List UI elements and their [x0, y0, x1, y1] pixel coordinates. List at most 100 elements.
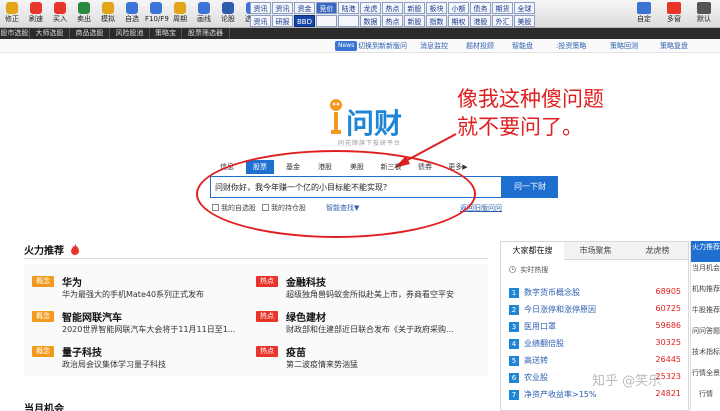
hot-search-name[interactable]: 农业股 — [524, 372, 548, 383]
sidebar-item-0[interactable]: 火力推荐 — [691, 241, 720, 262]
hot-search-row[interactable]: 2 今日涨停和涨停原因 60725 — [509, 304, 681, 316]
toolbar-tool-icon — [126, 2, 138, 14]
toolbar-tool-icon — [102, 2, 114, 14]
hot-search-row[interactable]: 5 高送转 26445 — [509, 355, 681, 367]
hot-item-title[interactable]: 疫苗 — [286, 344, 306, 359]
hot-search-rank: 3 — [509, 322, 519, 332]
grid-button-top-10[interactable]: 期货 — [492, 2, 513, 14]
hot-search-tab-0[interactable]: 大家都在搜 — [501, 242, 564, 260]
toolbar-button-label: F10/F9 — [145, 15, 169, 23]
grid-button-bottom-5[interactable]: 热点 — [382, 15, 403, 27]
grid-button-bottom-0[interactable]: 研报 — [272, 15, 293, 27]
hot-item-title[interactable]: 金融科技 — [286, 274, 326, 289]
sidebar-item-2[interactable]: 机构推荐 — [691, 283, 720, 304]
toolbar-button-9[interactable]: 论股 — [217, 1, 239, 27]
hot-search-count: 26445 — [655, 355, 681, 364]
grid-button-top-11[interactable]: 全球 — [514, 2, 535, 14]
grid-button-top-7[interactable]: 板块 — [426, 2, 447, 14]
grid-button-bottom-9[interactable]: 港股 — [470, 15, 491, 27]
clock-icon — [509, 266, 516, 273]
hot-search-row[interactable]: 3 医用口罩 59686 — [509, 321, 681, 333]
grid-button-news-1[interactable]: 资讯 — [250, 15, 271, 27]
toolbar-right-label: 默认 — [697, 15, 711, 23]
link-strategy[interactable]: :投资策略 — [556, 41, 586, 51]
sidebar-item-4[interactable]: 问问答题 — [691, 325, 720, 346]
hot-search-name[interactable]: 净资产收益率>15% — [524, 389, 596, 400]
hot-search-name[interactable]: 高送转 — [524, 355, 548, 366]
module-tab-0[interactable]: 股市选股 — [0, 28, 30, 39]
module-tab-5[interactable]: 股票筛选器 — [182, 28, 230, 39]
toolbar-tool-icon — [150, 2, 162, 14]
toolbar-button-3[interactable]: 卖出 — [73, 1, 95, 27]
toolbar-right-button-1[interactable]: 多窗 — [660, 1, 688, 27]
module-tab-2[interactable]: 商品选股 — [70, 28, 110, 39]
link-backtest[interactable]: 策略回测 — [610, 41, 638, 51]
grid-button-top-4[interactable]: 龙虎 — [360, 2, 381, 14]
hot-search-name[interactable]: 医用口罩 — [524, 321, 556, 332]
link-theme[interactable]: 题材投顾 — [466, 41, 494, 51]
hot-item-desc[interactable]: 政治局会议集体学习量子科技 — [62, 359, 252, 370]
grid-button-bottom-8[interactable]: 期权 — [448, 15, 469, 27]
sidebar-item-3[interactable]: 牛股推荐 — [691, 304, 720, 325]
toolbar-button-2[interactable]: 买入 — [49, 1, 71, 27]
sidebar-item-1[interactable]: 当月机会 — [691, 262, 720, 283]
link-review[interactable]: 策略复盘 — [660, 41, 688, 51]
hot-item-title[interactable]: 量子科技 — [62, 344, 102, 359]
grid-button-bottom-7[interactable]: 指数 — [426, 15, 447, 27]
module-tab-1[interactable]: 大师选股 — [30, 28, 70, 39]
link-smart[interactable]: 智能盘 — [512, 41, 533, 51]
grid-button-bottom-1[interactable]: BBD — [294, 15, 315, 27]
link-monitor[interactable]: 消息监控 — [420, 41, 448, 51]
toolbar-button-6[interactable]: F10/F9 — [145, 1, 169, 27]
sidebar-item-5[interactable]: 技术指标 — [691, 346, 720, 367]
hot-search-name[interactable]: 业绩翻倍股 — [524, 338, 564, 349]
toolbar-button-4[interactable]: 模拟 — [97, 1, 119, 27]
hot-search-tab-2[interactable]: 龙虎榜 — [627, 242, 688, 260]
toolbar-right-button-2[interactable]: 默认 — [690, 1, 718, 27]
grid-button-top-0[interactable]: 资讯 — [272, 2, 293, 14]
hot-search-rank: 2 — [509, 305, 519, 315]
grid-button-bottom-6[interactable]: 新股 — [404, 15, 425, 27]
grid-button-news-0[interactable]: 资讯 — [250, 2, 271, 14]
ask-button[interactable]: 问一下财 — [502, 176, 558, 198]
hot-search-row[interactable]: 1 数字货币概念股 68905 — [509, 287, 681, 299]
hot-item-desc[interactable]: 华为最强大的手机Mate40系列正式发布 — [62, 289, 252, 300]
toolbar-button-7[interactable]: 周期 — [169, 1, 191, 27]
hot-search-tab-1[interactable]: 市场聚焦 — [564, 242, 627, 260]
module-tab-4[interactable]: 策略宝 — [150, 28, 182, 39]
hot-search-name[interactable]: 今日涨停和涨停原因 — [524, 304, 596, 315]
hot-item-title[interactable]: 华为 — [62, 274, 82, 289]
sidebar-item-7[interactable]: 行情 — [691, 388, 720, 409]
hot-item-title[interactable]: 智能网联汽车 — [62, 309, 122, 324]
grid-button-top-6[interactable]: 新股 — [404, 2, 425, 14]
hot-search-row[interactable]: 7 净资产收益率>15% 24821 — [509, 389, 681, 401]
hot-item-title[interactable]: 绿色建材 — [286, 309, 326, 324]
hot-item-desc[interactable]: 财政部和住建部近日联合发布《关于政府采购... — [286, 324, 476, 335]
grid-button-bottom-2[interactable] — [316, 15, 337, 27]
grid-button-top-5[interactable]: 热点 — [382, 2, 403, 14]
sidebar-item-6[interactable]: 行情全景 — [691, 367, 720, 388]
module-tab-3[interactable]: 风险股池 — [110, 28, 150, 39]
toolbar-button-1[interactable]: 刷速 — [25, 1, 47, 27]
grid-button-top-8[interactable]: 小额 — [448, 2, 469, 14]
hot-item-desc[interactable]: 超级独角兽蚂蚁金所拟赴美上市，券商看空平安 — [286, 289, 476, 300]
toolbar-button-5[interactable]: 自选 — [121, 1, 143, 27]
toolbar-tool-icon — [667, 2, 681, 14]
grid-button-top-9[interactable]: 债务 — [470, 2, 491, 14]
toolbar-button-8[interactable]: 画线 — [193, 1, 215, 27]
grid-button-bottom-11[interactable]: 美股 — [514, 15, 535, 27]
hot-tag: 热点 — [256, 311, 278, 322]
hot-item-desc[interactable]: 第二波疫情来势汹猛 — [286, 359, 476, 370]
grid-button-bottom-10[interactable]: 外汇 — [492, 15, 513, 27]
grid-button-top-2[interactable]: 竞价 — [316, 2, 337, 14]
grid-button-top-1[interactable]: 资金 — [294, 2, 315, 14]
grid-button-top-3[interactable]: 陆港 — [338, 2, 359, 14]
toolbar-button-0[interactable]: 修正 — [1, 1, 23, 27]
grid-button-bottom-3[interactable] — [338, 15, 359, 27]
toolbar-right-button-0[interactable]: 自定 — [630, 1, 658, 27]
hot-search-row[interactable]: 4 业绩翻倍股 30325 — [509, 338, 681, 350]
hot-search-name[interactable]: 数字货币概念股 — [524, 287, 580, 298]
new-version-link[interactable]: 切换到新新版问 — [358, 41, 407, 51]
hot-item-desc[interactable]: 2020世界智能网联汽车大会将于11月11日至1... — [62, 324, 252, 335]
grid-button-bottom-4[interactable]: 数据 — [360, 15, 381, 27]
